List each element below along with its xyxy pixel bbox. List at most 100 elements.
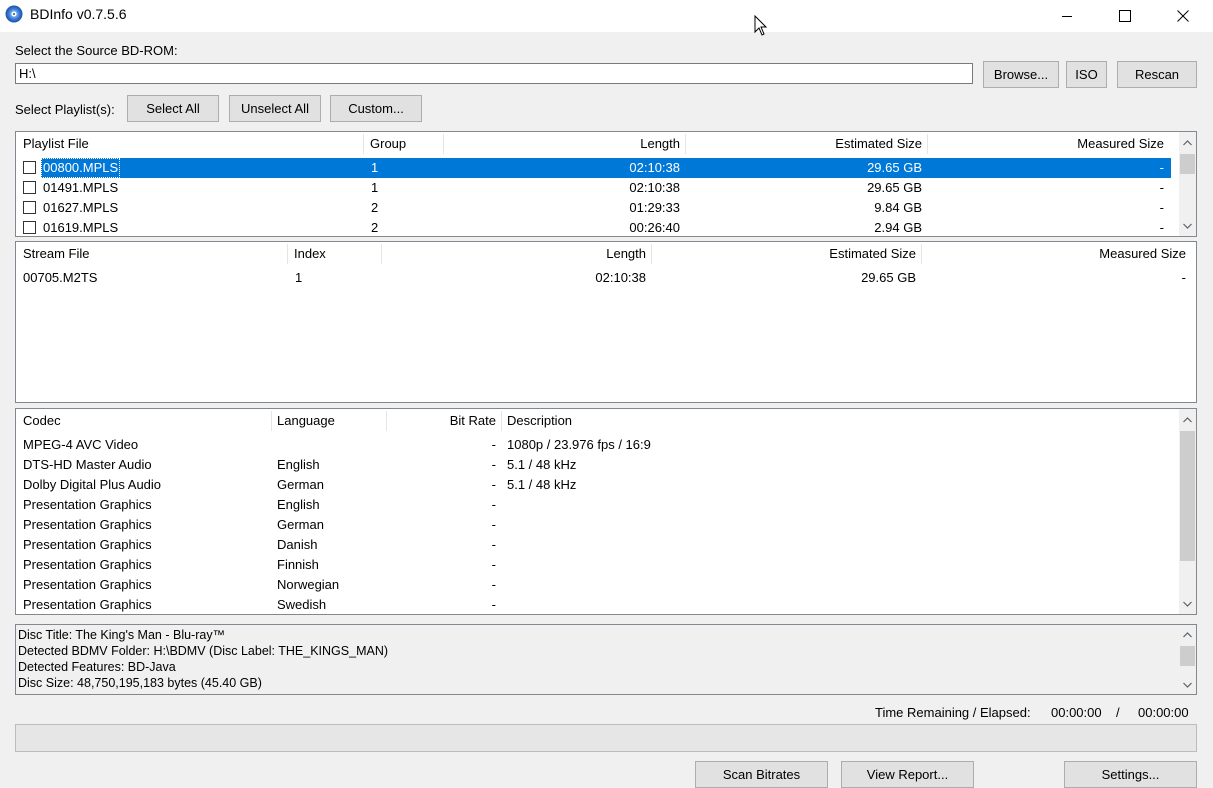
column-header-language[interactable]: Language xyxy=(277,409,335,433)
source-path-input[interactable]: H:\ xyxy=(15,63,973,84)
stream-measured-size: - xyxy=(1181,270,1186,285)
codec-bit-rate: - xyxy=(491,497,496,512)
close-button[interactable] xyxy=(1154,0,1212,32)
stream-index: 1 xyxy=(295,270,303,285)
disc-icon xyxy=(5,5,23,23)
playlist-file[interactable]: 01619.MPLS xyxy=(43,218,118,236)
playlist-measured-size: - xyxy=(1159,180,1164,195)
minimize-button[interactable] xyxy=(1038,0,1096,32)
chevron-down-icon[interactable] xyxy=(1179,217,1196,234)
stream-table[interactable]: Stream File Index Length Estimated Size … xyxy=(15,241,1197,403)
codec-description: 5.1 / 48 kHz xyxy=(507,477,577,492)
playlist-group: 1 xyxy=(371,160,379,175)
playlist-measured-size: - xyxy=(1159,160,1164,175)
playlist-checkbox[interactable] xyxy=(23,181,36,194)
settings-button[interactable]: Settings... xyxy=(1064,761,1197,788)
column-header-playlist-file[interactable]: Playlist File xyxy=(23,132,89,156)
playlist-checkbox[interactable] xyxy=(23,201,36,214)
column-header-length[interactable]: Length xyxy=(443,132,680,156)
disc-info-scrollbar[interactable] xyxy=(1179,625,1196,694)
progress-bar xyxy=(15,724,1197,752)
column-header-bit-rate[interactable]: Bit Rate xyxy=(386,409,496,433)
column-header-measured-size[interactable]: Measured Size xyxy=(921,242,1186,266)
custom-button[interactable]: Custom... xyxy=(330,95,422,122)
codec-name[interactable]: Presentation Graphics xyxy=(23,535,152,555)
playlist-estimated-size: 29.65 GB xyxy=(867,180,922,195)
codec-name[interactable]: Presentation Graphics xyxy=(23,515,152,535)
codec-language: English xyxy=(277,497,320,512)
codec-description: 5.1 / 48 kHz xyxy=(507,457,577,472)
scrollbar-thumb[interactable] xyxy=(1180,154,1195,174)
codec-name[interactable]: Presentation Graphics xyxy=(23,595,152,614)
bdmv-folder-line: Detected BDMV Folder: H:\BDMV (Disc Labe… xyxy=(18,644,389,658)
column-header-index[interactable]: Index xyxy=(294,242,326,266)
chevron-up-icon[interactable] xyxy=(1179,626,1196,643)
codec-bit-rate: - xyxy=(491,597,496,612)
maximize-icon xyxy=(1119,10,1131,22)
codec-table[interactable]: Codec Language Bit Rate Description MPEG… xyxy=(15,408,1197,615)
chevron-up-icon[interactable] xyxy=(1179,134,1196,151)
column-header-codec[interactable]: Codec xyxy=(23,409,61,433)
playlist-checkbox[interactable] xyxy=(23,221,36,234)
codec-scrollbar[interactable] xyxy=(1179,409,1196,614)
codec-name[interactable]: DTS-HD Master Audio xyxy=(23,455,152,475)
codec-name[interactable]: Dolby Digital Plus Audio xyxy=(23,475,161,495)
playlist-file[interactable]: 01627.MPLS xyxy=(43,198,118,218)
playlist-length: 01:29:33 xyxy=(629,200,680,215)
scrollbar-thumb[interactable] xyxy=(1180,646,1195,666)
playlist-group: 1 xyxy=(371,180,379,195)
column-header-measured-size[interactable]: Measured Size xyxy=(927,132,1164,156)
playlist-scrollbar[interactable] xyxy=(1179,132,1196,236)
column-header-length[interactable]: Length xyxy=(381,242,646,266)
chevron-down-icon[interactable] xyxy=(1179,595,1196,612)
rescan-button[interactable]: Rescan xyxy=(1117,61,1197,88)
scrollbar-thumb[interactable] xyxy=(1180,431,1195,561)
codec-bit-rate: - xyxy=(491,477,496,492)
unselect-all-button[interactable]: Unselect All xyxy=(229,95,321,122)
playlist-measured-size: - xyxy=(1159,200,1164,215)
codec-language: German xyxy=(277,477,324,492)
time-remaining-value: 00:00:00 xyxy=(1051,705,1102,720)
playlist-table[interactable]: Playlist File Group Length Estimated Siz… xyxy=(15,131,1197,237)
select-playlists-label: Select Playlist(s): xyxy=(15,102,115,117)
column-header-estimated-size[interactable]: Estimated Size xyxy=(685,132,922,156)
close-icon xyxy=(1177,10,1189,22)
codec-bit-rate: - xyxy=(491,537,496,552)
browse-button[interactable]: Browse... xyxy=(983,61,1059,88)
playlist-checkbox[interactable] xyxy=(23,161,36,174)
codec-bit-rate: - xyxy=(491,517,496,532)
codec-language: Finnish xyxy=(277,557,319,572)
codec-bit-rate: - xyxy=(491,457,496,472)
view-report-button[interactable]: View Report... xyxy=(841,761,974,788)
playlist-length: 02:10:38 xyxy=(629,160,680,175)
codec-name[interactable]: Presentation Graphics xyxy=(23,555,152,575)
column-header-stream-file[interactable]: Stream File xyxy=(23,242,89,266)
playlist-group: 2 xyxy=(371,200,379,215)
column-header-group[interactable]: Group xyxy=(370,132,406,156)
maximize-button[interactable] xyxy=(1096,0,1154,32)
time-elapsed-value: 00:00:00 xyxy=(1138,705,1189,720)
time-separator: / xyxy=(1116,705,1120,720)
codec-name[interactable]: MPEG-4 AVC Video xyxy=(23,435,138,455)
playlist-length: 00:26:40 xyxy=(629,220,680,235)
iso-button[interactable]: ISO xyxy=(1066,61,1107,88)
disc-size-line: Disc Size: 48,750,195,183 bytes (45.40 G… xyxy=(18,676,262,690)
disc-title-line: Disc Title: The King's Man - Blu-ray™ xyxy=(18,628,226,642)
playlist-file: 00800.MPLS xyxy=(41,158,121,178)
column-header-estimated-size[interactable]: Estimated Size xyxy=(651,242,916,266)
scan-bitrates-button[interactable]: Scan Bitrates xyxy=(695,761,828,788)
codec-name[interactable]: Presentation Graphics xyxy=(23,575,152,595)
minimize-icon xyxy=(1062,16,1072,17)
chevron-down-icon[interactable] xyxy=(1179,676,1196,693)
disc-info-textbox[interactable]: Disc Title: The King's Man - Blu-ray™ De… xyxy=(15,624,1197,695)
source-label: Select the Source BD-ROM: xyxy=(15,43,178,58)
stream-file[interactable]: 00705.M2TS xyxy=(23,268,97,288)
playlist-file[interactable]: 01491.MPLS xyxy=(43,178,118,198)
codec-name[interactable]: Presentation Graphics xyxy=(23,495,152,515)
stream-estimated-size: 29.65 GB xyxy=(861,270,916,285)
playlist-estimated-size: 2.94 GB xyxy=(874,220,922,235)
select-all-button[interactable]: Select All xyxy=(127,95,219,122)
chevron-up-icon[interactable] xyxy=(1179,411,1196,428)
column-header-description[interactable]: Description xyxy=(507,409,572,433)
codec-language: Danish xyxy=(277,537,318,552)
